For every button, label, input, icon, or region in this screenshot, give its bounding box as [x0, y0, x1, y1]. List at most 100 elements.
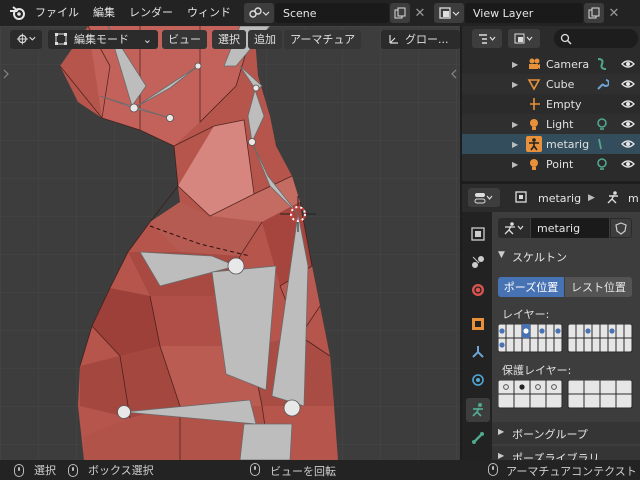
breadcrumb-object-name: metarig: [538, 191, 582, 205]
mesh-icon: [526, 76, 542, 92]
expand-arrow-icon[interactable]: ▶: [512, 140, 518, 149]
expand-arrow-icon[interactable]: ▶: [512, 80, 518, 89]
eye-icon[interactable]: [620, 156, 636, 172]
tab-armature-data[interactable]: [466, 398, 490, 422]
outliner-editor-type-button[interactable]: [472, 29, 502, 48]
expand-arrow-icon[interactable]: ▶: [512, 60, 518, 69]
armature-data-browse-button[interactable]: [498, 218, 530, 238]
editor-type-button[interactable]: [10, 29, 42, 49]
close-icon: ✕: [608, 5, 620, 21]
bone-groups-panel-header[interactable]: ▶ ボーングループ: [492, 422, 640, 444]
delete-view-layer-button[interactable]: ✕: [604, 3, 624, 23]
outliner-item-light[interactable]: ▶ Light: [462, 114, 640, 134]
3d-viewport[interactable]: 編集モード ⌄ ビュー 選択 追加 アーマチュア グロー...: [0, 26, 460, 460]
tab-world[interactable]: [466, 278, 490, 302]
eye-icon[interactable]: [620, 116, 636, 132]
menu-window[interactable]: ウィンド: [180, 0, 238, 26]
properties-editor-type-button[interactable]: [468, 188, 500, 207]
menu-file[interactable]: ファイル: [28, 0, 86, 26]
tab-object-constraints[interactable]: [466, 340, 490, 364]
add-menu[interactable]: 追加: [248, 29, 282, 49]
eye-icon[interactable]: [620, 76, 636, 92]
view-layer-browse-button[interactable]: [434, 3, 464, 23]
armature-data-name-field[interactable]: metarig: [531, 218, 609, 238]
light-data-icon: [594, 116, 610, 132]
breadcrumb-separator-icon: ▶: [588, 193, 595, 203]
new-scene-button[interactable]: [390, 3, 410, 23]
armature-icon: [526, 136, 542, 152]
view-menu[interactable]: ビュー: [162, 29, 207, 49]
tab-physics[interactable]: [466, 368, 490, 392]
tab-object[interactable]: [466, 312, 490, 336]
scene-browse-button[interactable]: [244, 3, 274, 23]
bone-icon: [472, 432, 484, 444]
protected-layers-label: 保護レイヤー:: [502, 364, 572, 377]
outliner-item-cube[interactable]: ▶ Cube: [462, 74, 640, 94]
eye-icon[interactable]: [620, 56, 636, 72]
camera-icon: [526, 56, 542, 72]
expand-arrow-icon[interactable]: ▶: [512, 120, 518, 129]
empty-icon: [526, 96, 542, 112]
outliner-item-label: Cube: [546, 77, 575, 91]
edit-mode-icon: [55, 33, 67, 45]
tab-view-layer[interactable]: [466, 222, 490, 246]
status-box-select-hint: ボックス選択: [88, 464, 154, 477]
expand-arrow-icon[interactable]: ▶: [512, 160, 518, 169]
outliner-search-input[interactable]: [554, 29, 638, 48]
search-icon: [560, 33, 572, 45]
delete-scene-button[interactable]: ✕: [410, 3, 430, 23]
panel-collapsed-icon: ▶: [498, 451, 505, 460]
global-axes-icon: [389, 35, 398, 44]
light-data-icon: [594, 156, 610, 172]
scene-icon: [249, 7, 270, 18]
eye-icon[interactable]: [620, 136, 636, 152]
physics-icon: [472, 374, 484, 386]
select-menu[interactable]: 選択: [212, 29, 246, 49]
outliner-item-metarig[interactable]: ▶ metarig: [462, 134, 640, 154]
outliner-item-point[interactable]: ▶ Point: [462, 154, 640, 174]
outliner-icon: [479, 33, 496, 44]
mode-selector[interactable]: 編集モード ⌄: [48, 29, 158, 49]
blender-logo-icon[interactable]: [6, 2, 28, 24]
outliner-item-camera[interactable]: ▶ Camera: [462, 54, 640, 74]
outliner-item-label: Light: [546, 117, 574, 131]
copy-icon: [588, 7, 600, 19]
scene-name-field[interactable]: Scene: [275, 3, 389, 23]
wrench-icon: [594, 76, 610, 92]
left-mouse-icon: [14, 463, 24, 477]
new-view-layer-button[interactable]: [584, 3, 604, 23]
view-layer-field[interactable]: View Layer: [465, 3, 583, 23]
rest-position-button[interactable]: レスト位置: [565, 277, 632, 297]
layers-label: レイヤー:: [502, 308, 550, 321]
pose-position-button[interactable]: ポーズ位置: [498, 277, 564, 297]
eye-icon[interactable]: [620, 96, 636, 112]
bone-layers-grid[interactable]: [498, 324, 634, 354]
constraint-icon: [472, 346, 484, 358]
shield-icon: [615, 221, 627, 235]
properties-icon: [474, 192, 493, 203]
menu-edit[interactable]: 編集: [86, 0, 122, 26]
skeleton-panel-header[interactable]: ▼ スケルトン: [492, 246, 640, 268]
tab-bone[interactable]: [466, 426, 490, 450]
status-bar: 選択 ボックス選択 ビューを回転 アーマチュアコンテクスト: [0, 460, 640, 480]
light-icon: [526, 116, 542, 132]
display-mode-button[interactable]: [508, 29, 540, 48]
outliner-item-label: Camera: [546, 57, 590, 71]
armature-properties: metarig ▼ スケルトン ポーズ位置 レスト位置 レイヤー: 保護レイヤー…: [492, 212, 640, 460]
transform-orientation-selector[interactable]: グロー...: [381, 29, 460, 49]
protected-layers-grid[interactable]: [498, 380, 634, 410]
bone-groups-panel-title: ボーングループ: [512, 428, 588, 441]
orientation-label: グロー...: [405, 33, 449, 46]
armature-menu[interactable]: アーマチュア: [284, 29, 362, 49]
tab-scene[interactable]: [466, 250, 490, 274]
pose-library-panel-header[interactable]: ▶ ポーズライブラリ: [492, 446, 640, 460]
outliner-item-label: metarig: [546, 137, 590, 151]
fake-user-button[interactable]: [610, 218, 632, 238]
outliner-panel: ▶ Camera ▶ Cube Empty ▶ Light ▶ metarig …: [462, 26, 640, 181]
skeleton-panel-title: スケルトン: [512, 251, 567, 264]
menu-render[interactable]: レンダー: [122, 0, 180, 26]
viewport-header: 編集モード ⌄ ビュー 選択 追加 アーマチュア グロー...: [0, 26, 460, 52]
outliner-item-empty[interactable]: Empty: [462, 94, 640, 114]
viewport-scene[interactable]: [0, 26, 460, 460]
right-mouse-icon: [488, 463, 498, 476]
